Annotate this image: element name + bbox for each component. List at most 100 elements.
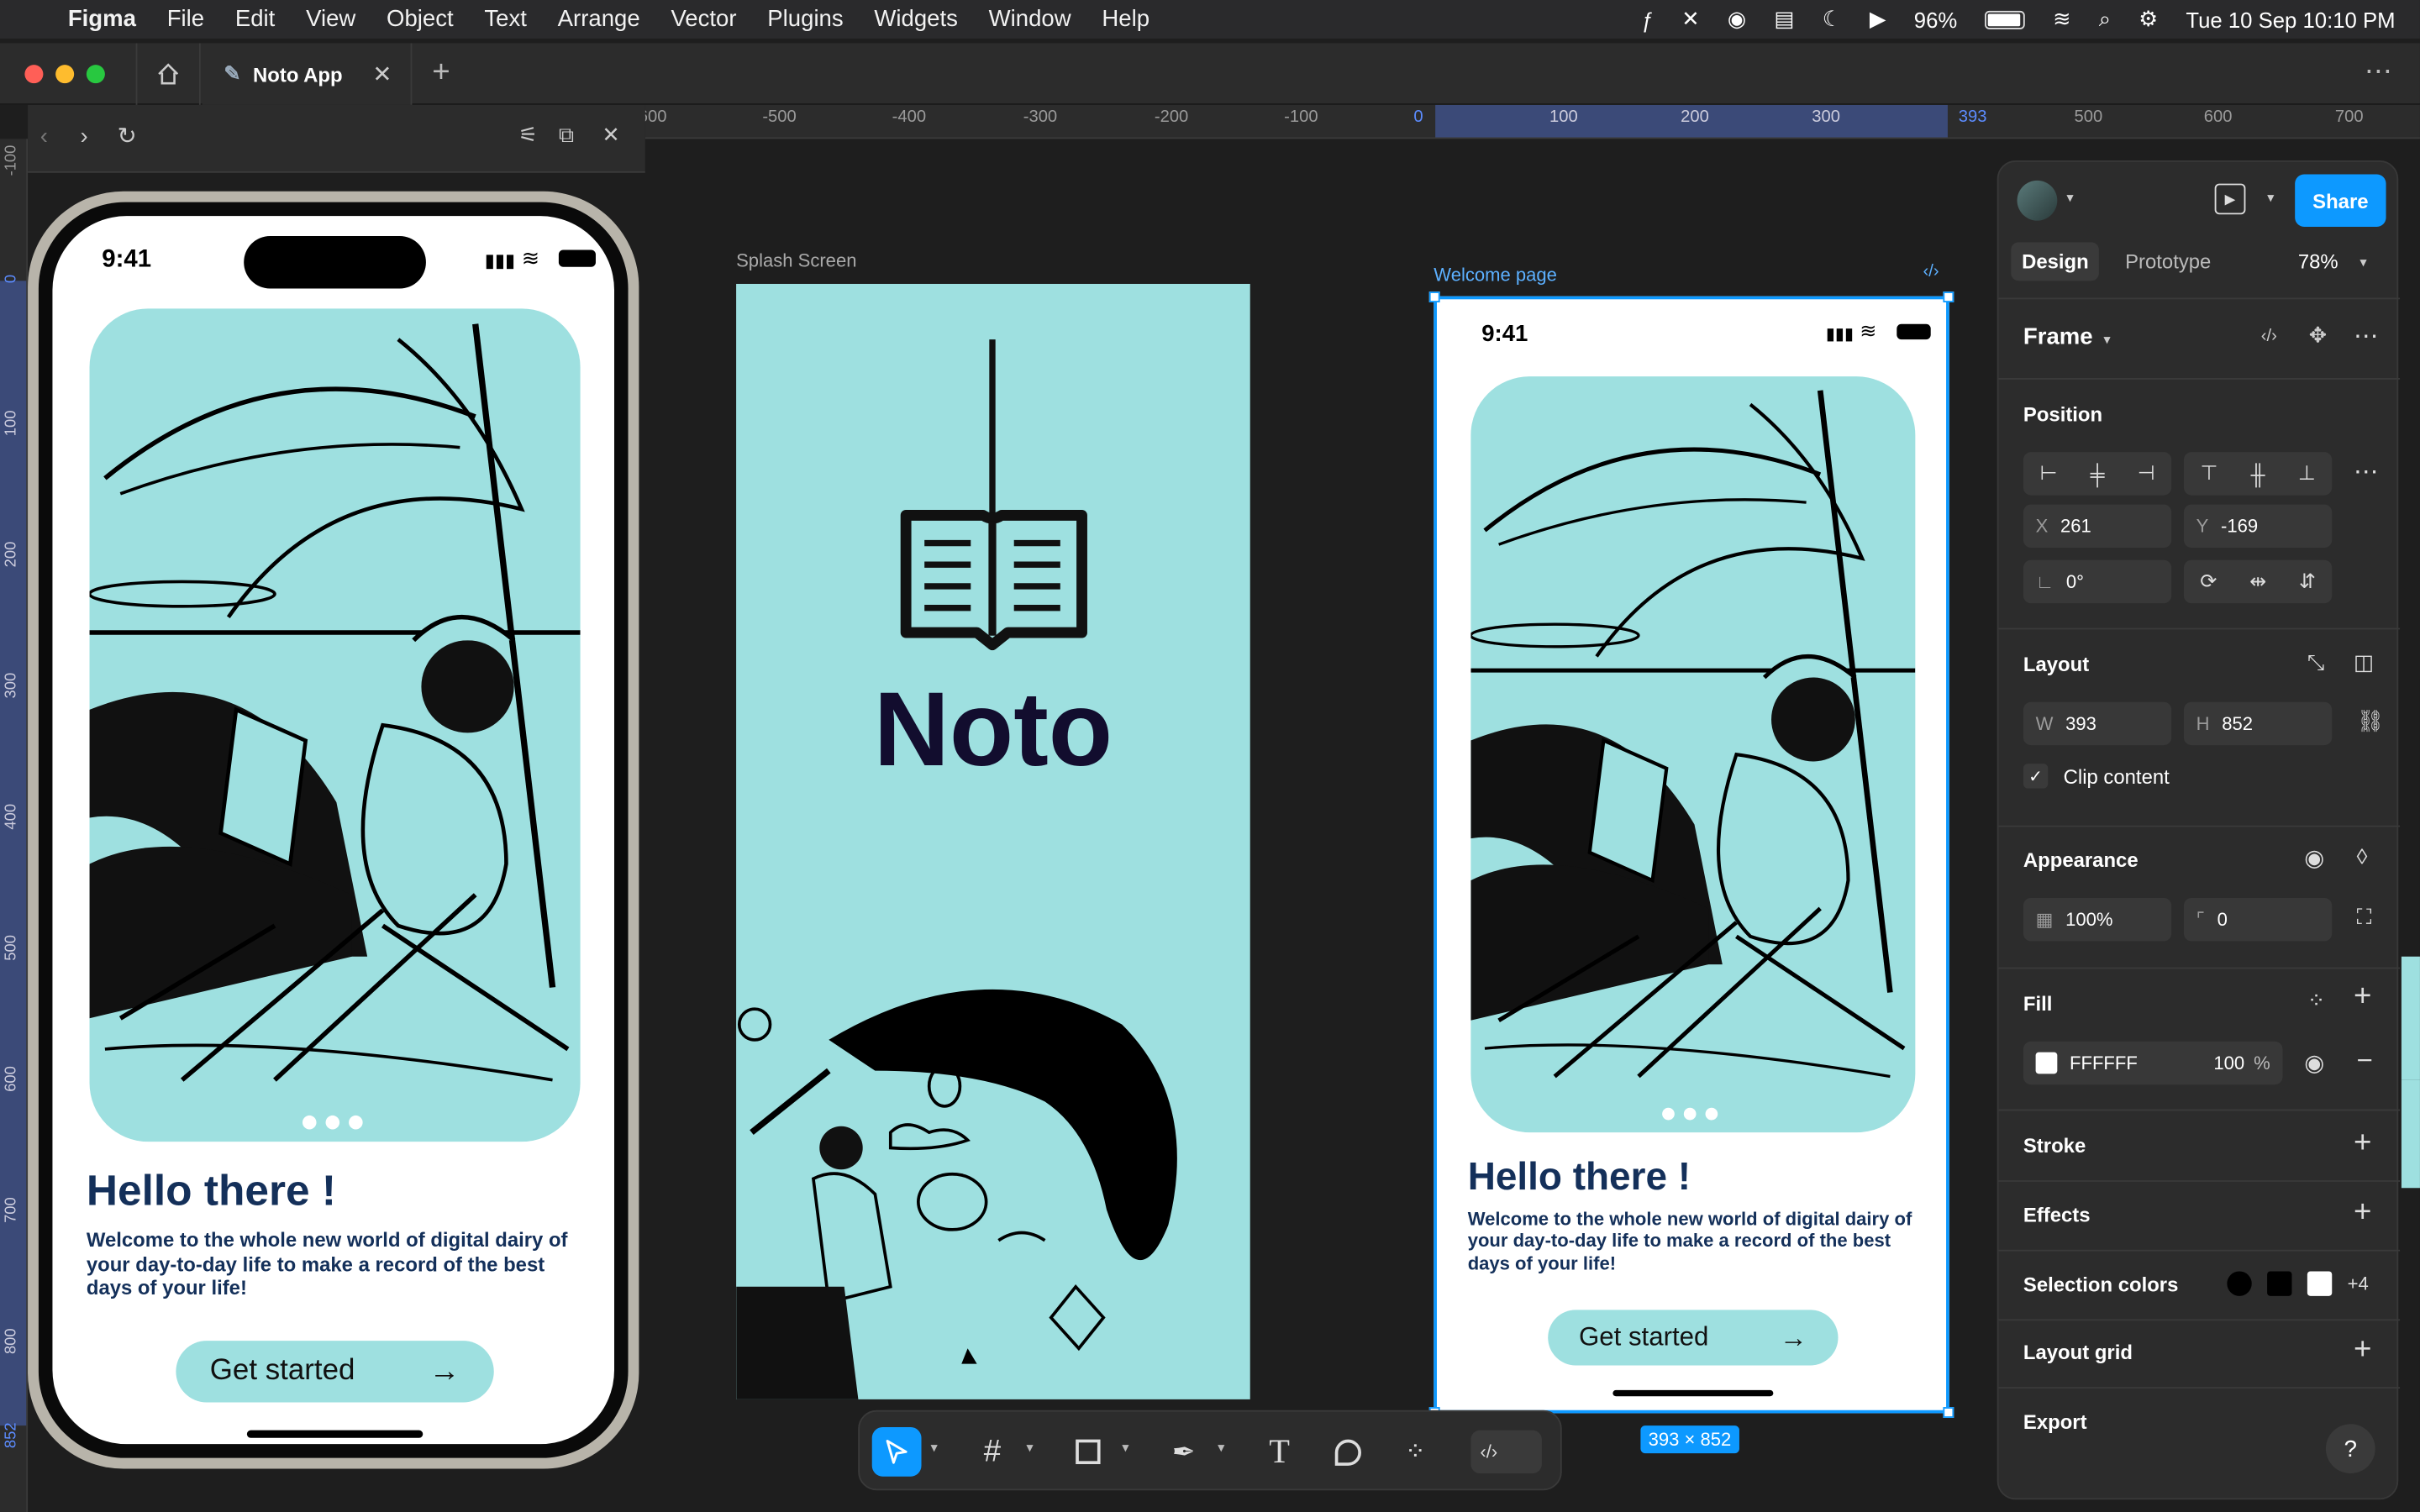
selection-color-swatch[interactable] <box>2227 1271 2252 1296</box>
layout-grid-label[interactable]: Layout grid <box>2023 1341 2133 1364</box>
code-icon[interactable]: ‹/› <box>2261 327 2277 345</box>
splash-frame-label[interactable]: Splash Screen <box>736 250 856 272</box>
effects-section-label[interactable]: Effects <box>2023 1204 2091 1227</box>
welcome-frame-label[interactable]: Welcome page <box>1434 264 1557 286</box>
search-icon[interactable]: ⌕ <box>2099 6 2111 32</box>
blend-mode-icon[interactable]: ◊ <box>2357 844 2368 869</box>
corner-radius-field[interactable]: ⌜ 0 <box>2183 897 2333 942</box>
selection-color-swatch[interactable] <box>2267 1271 2292 1296</box>
y-position-field[interactable]: Y -169 <box>2183 504 2333 549</box>
selection-color-swatch[interactable] <box>2307 1271 2333 1296</box>
settings-sliders-icon[interactable]: ⚟ <box>518 122 538 148</box>
carousel-dot[interactable] <box>302 1115 317 1130</box>
clip-content-checkbox[interactable]: ✓ <box>2023 764 2049 789</box>
independent-corners-icon[interactable]: ⛶ <box>2357 904 2372 930</box>
menu-widgets[interactable]: Widgets <box>874 6 958 32</box>
resize-handle[interactable] <box>1943 291 1954 302</box>
menu-arrange[interactable]: Arrange <box>558 6 640 32</box>
maximize-window-button[interactable] <box>86 65 105 84</box>
share-button[interactable]: Share <box>2295 174 2386 227</box>
get-started-button[interactable]: Get started → <box>176 1341 494 1403</box>
tab-design[interactable]: Design <box>2011 242 2100 281</box>
focus-moon-icon[interactable]: ☾ <box>1823 6 1842 32</box>
frame-tool-button[interactable]: # <box>968 1427 1018 1477</box>
comment-tool-button[interactable] <box>1323 1427 1372 1477</box>
align-right-icon[interactable]: ⊣ <box>2138 461 2155 486</box>
forward-icon[interactable]: › <box>81 123 88 150</box>
dev-mode-toggle[interactable]: ‹/› <box>1470 1430 1542 1474</box>
frame-type-label[interactable]: Frame <box>2023 324 2093 350</box>
chevron-down-icon[interactable]: ▾ <box>2360 255 2366 271</box>
stroke-section-label[interactable]: Stroke <box>2023 1134 2086 1158</box>
keyboard-icon[interactable]: ▤ <box>1774 6 1794 32</box>
eye-icon[interactable]: ◉ <box>2304 844 2324 872</box>
music-icon[interactable]: ◉ <box>1728 6 1746 32</box>
menu-plugins[interactable]: Plugins <box>767 6 843 32</box>
pen-tool-button[interactable]: ✒ <box>1159 1427 1208 1477</box>
carousel-dot[interactable] <box>1683 1107 1697 1121</box>
chevron-down-icon[interactable]: ▾ <box>2267 190 2274 207</box>
resources-tool-button[interactable]: ⁘ <box>1391 1427 1440 1477</box>
rotation-field[interactable]: ∟ 0° <box>2023 559 2172 604</box>
chevron-down-icon[interactable]: ▾ <box>2103 332 2110 349</box>
wifi-icon[interactable]: ≋ <box>2053 6 2071 32</box>
carousel-dot[interactable] <box>1705 1107 1718 1121</box>
home-tab[interactable] <box>135 43 201 105</box>
menu-object[interactable]: Object <box>387 6 454 32</box>
eye-icon[interactable]: ◉ <box>2304 1049 2324 1077</box>
carousel-dot[interactable] <box>325 1115 340 1130</box>
constrain-proportions-icon[interactable]: ⛓ <box>2357 708 2385 734</box>
rotate-icon[interactable]: ⟳ <box>2200 570 2217 594</box>
control-center-icon[interactable]: ⚙ <box>2139 6 2158 32</box>
x-position-field[interactable]: X 261 <box>2023 504 2172 549</box>
flip-horizontal-icon[interactable]: ⇹ <box>2249 570 2266 594</box>
selection-colors-more[interactable]: +4 <box>2348 1273 2369 1294</box>
menu-help[interactable]: Help <box>1102 6 1150 32</box>
figma-status-icon[interactable]: ƒ <box>1642 7 1654 31</box>
shape-tool-button[interactable] <box>1063 1427 1113 1477</box>
align-middle-icon[interactable]: ╫ <box>2251 462 2265 486</box>
tab-prototype[interactable]: Prototype <box>2125 250 2211 274</box>
chevron-down-icon[interactable]: ▾ <box>1218 1440 1224 1457</box>
auto-layout-icon[interactable]: ◫ <box>2354 649 2374 675</box>
width-field[interactable]: W 393 <box>2023 701 2172 746</box>
tab-noto-app[interactable]: ✎ Noto App ✕ <box>202 43 413 105</box>
battery-icon[interactable] <box>1985 9 2026 29</box>
remove-fill-icon[interactable]: − <box>2357 1044 2373 1077</box>
minimize-window-button[interactable] <box>55 65 75 84</box>
export-label[interactable]: Export <box>2023 1410 2087 1434</box>
carousel-dots[interactable] <box>1662 1107 1718 1121</box>
styles-grid-icon[interactable]: ⁘ <box>2307 987 2326 1013</box>
align-center-horizontal-icon[interactable]: ╪ <box>2091 462 2105 486</box>
chevron-down-icon[interactable]: ▾ <box>931 1440 938 1457</box>
component-icon[interactable]: ✥ <box>2309 323 2328 349</box>
open-external-icon[interactable]: ⧉ <box>559 122 574 148</box>
menu-text[interactable]: Text <box>484 6 527 32</box>
height-field[interactable]: H 852 <box>2183 701 2333 746</box>
carousel-dot[interactable] <box>349 1115 363 1130</box>
fill-color-field[interactable]: FFFFFF 100 % <box>2023 1041 2283 1085</box>
code-icon[interactable]: ‹/› <box>1923 262 1939 281</box>
add-fill-icon[interactable]: + <box>2354 979 2371 1015</box>
menu-file[interactable]: File <box>167 6 204 32</box>
align-top-icon[interactable]: ⊤ <box>2201 461 2218 486</box>
resize-handle[interactable] <box>1943 1407 1954 1418</box>
more-align-icon[interactable]: ⋯ <box>2354 457 2378 488</box>
carousel-dots[interactable] <box>302 1115 363 1130</box>
get-started-button[interactable]: Get started → <box>1548 1310 1839 1366</box>
welcome-frame[interactable]: 9:41 ▮▮▮ ≋ Hello there ! Welcome to the … <box>1434 296 1949 1414</box>
opacity-field[interactable]: ▦ 100% <box>2023 897 2172 942</box>
add-stroke-icon[interactable]: + <box>2354 1126 2371 1162</box>
chevron-down-icon[interactable]: ▾ <box>1122 1440 1128 1457</box>
bluetooth-icon[interactable]: ✕ <box>1681 6 1700 32</box>
close-tab-icon[interactable]: ✕ <box>372 60 392 87</box>
new-tab-button[interactable]: + <box>432 55 450 91</box>
menu-window[interactable]: Window <box>989 6 1071 32</box>
move-tool-button[interactable] <box>871 1426 922 1477</box>
close-preview-icon[interactable]: ✕ <box>602 122 620 148</box>
avatar[interactable] <box>2017 180 2058 221</box>
text-tool-button[interactable]: T <box>1255 1427 1304 1477</box>
zoom-level[interactable]: 78% <box>2298 250 2338 274</box>
align-left-icon[interactable]: ⊢ <box>2040 461 2058 486</box>
align-bottom-icon[interactable]: ⊥ <box>2298 461 2316 486</box>
